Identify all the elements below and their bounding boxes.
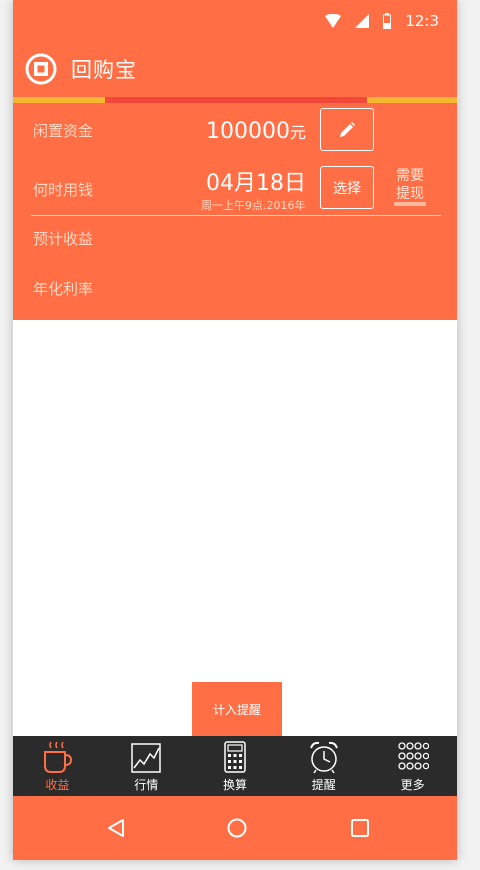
idle-funds-unit: 元 bbox=[289, 123, 306, 142]
calculation-panel: 闲置资金 100000元 何时用钱 04月18日 周一上午9点.2016年 选择… bbox=[13, 103, 457, 320]
tab-convert[interactable]: 换算 bbox=[191, 736, 280, 796]
pencil-icon bbox=[340, 121, 355, 137]
idle-funds-value: 100000 bbox=[206, 119, 290, 144]
tab-market-label: 行情 bbox=[134, 778, 159, 792]
panel-divider bbox=[31, 215, 441, 216]
tab-income[interactable]: 收益 bbox=[13, 736, 102, 796]
app-bar: 回购宝 bbox=[13, 40, 457, 98]
need-withdraw-line1: 需要 bbox=[396, 168, 424, 184]
annual-rate-label: 年化利率 bbox=[33, 280, 94, 298]
add-reminder-button[interactable]: 计入提醒 bbox=[192, 682, 282, 736]
system-nav-bar bbox=[13, 796, 457, 860]
recents-square-icon bbox=[351, 819, 369, 837]
recents-button[interactable] bbox=[344, 812, 376, 844]
home-circle-icon bbox=[227, 818, 247, 838]
add-reminder-label: 计入提醒 bbox=[212, 702, 261, 717]
back-button[interactable] bbox=[100, 812, 132, 844]
bottom-tab-bar: 收益 行情 换算 提醒 更多 bbox=[13, 736, 457, 796]
need-withdraw-toggle[interactable]: 需要 提现 bbox=[396, 167, 424, 203]
tab-reminder-label: 提醒 bbox=[311, 778, 336, 792]
tab-convert-label: 换算 bbox=[222, 778, 247, 792]
expected-income-label: 预计收益 bbox=[33, 230, 94, 248]
line-chart-icon bbox=[131, 743, 161, 773]
content-area bbox=[13, 320, 457, 735]
alarm-clock-icon bbox=[309, 741, 338, 774]
tab-reminder[interactable]: 提醒 bbox=[279, 736, 368, 796]
status-bar: 12:3 bbox=[13, 0, 457, 40]
app-logo-icon bbox=[25, 53, 57, 85]
home-button[interactable] bbox=[221, 812, 253, 844]
calculator-icon bbox=[224, 741, 246, 773]
battery-icon bbox=[383, 13, 392, 29]
phone-screen: 12:3 回购宝 闲置资金 100000元 何时用钱 04月18日 周一上午9点 bbox=[13, 0, 457, 860]
tab-income-label: 收益 bbox=[45, 778, 70, 792]
back-triangle-icon bbox=[108, 819, 124, 837]
edit-amount-button[interactable] bbox=[320, 108, 374, 151]
grid-dots-icon bbox=[397, 742, 429, 770]
need-withdraw-indicator bbox=[394, 202, 426, 206]
status-time: 12:3 bbox=[405, 12, 439, 30]
date-value: 04月18日 bbox=[206, 171, 306, 196]
app-title: 回购宝 bbox=[71, 58, 137, 82]
select-date-label: 选择 bbox=[333, 180, 361, 197]
idle-funds-amount[interactable]: 100000元 bbox=[206, 119, 306, 144]
need-withdraw-line2: 提现 bbox=[396, 186, 424, 202]
wifi-icon bbox=[325, 14, 342, 28]
when-label: 何时用钱 bbox=[33, 181, 94, 199]
idle-funds-label: 闲置资金 bbox=[33, 122, 94, 140]
tab-market[interactable]: 行情 bbox=[102, 736, 191, 796]
signal-icon bbox=[355, 14, 370, 28]
coffee-cup-icon bbox=[44, 741, 73, 773]
tab-more[interactable]: 更多 bbox=[368, 736, 457, 796]
date-subtext: 周一上午9点.2016年 bbox=[201, 199, 306, 212]
select-date-button[interactable]: 选择 bbox=[320, 166, 374, 209]
status-icons: 12:3 bbox=[325, 12, 439, 30]
tab-more-label: 更多 bbox=[400, 778, 425, 792]
